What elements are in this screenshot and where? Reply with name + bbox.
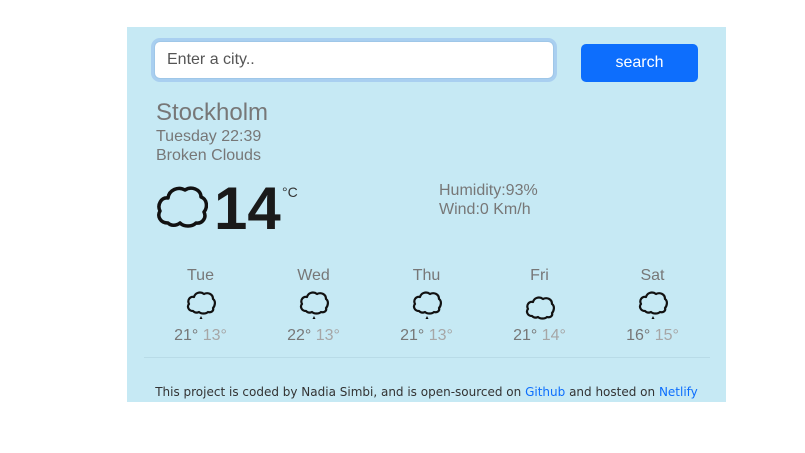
- forecast-temps: 21° 13°: [370, 327, 483, 345]
- forecast-day-name: Fri: [530, 267, 549, 284]
- weather-description: Broken Clouds: [156, 147, 261, 164]
- search-button[interactable]: search: [581, 44, 698, 82]
- forecast-day-name: Tue: [187, 267, 214, 284]
- forecast-row: Tue 21° 13° Wed 22° 13° Thu 21° 13° Fri …: [144, 267, 710, 358]
- forecast-day: Wed 22° 13°: [257, 267, 370, 345]
- forecast-temps: 22° 13°: [257, 327, 370, 345]
- cloud-icon: [157, 186, 208, 228]
- cloud-rain-icon: [638, 291, 668, 319]
- footer: This project is coded by Nadia Simbi, an…: [127, 385, 726, 399]
- forecast-max-temp: 16°: [626, 327, 651, 344]
- forecast-min-temp: 13°: [202, 327, 227, 344]
- forecast-max-temp: 22°: [287, 327, 312, 344]
- footer-text: This project is coded by Nadia Simbi, an…: [155, 385, 526, 399]
- forecast-day-name: Sat: [640, 267, 665, 284]
- forecast-day: Sat 16° 15°: [596, 267, 709, 345]
- forecast-min-temp: 13°: [428, 327, 453, 344]
- forecast-day-name: Thu: [412, 267, 441, 284]
- city-name: Stockholm: [156, 99, 269, 126]
- forecast-min-temp: 15°: [654, 327, 679, 344]
- forecast-day: Fri 21° 14°: [483, 267, 596, 345]
- city-search-input[interactable]: [154, 41, 554, 79]
- humidity-readout: Humidity:93%: [439, 182, 538, 199]
- forecast-max-temp: 21°: [400, 327, 425, 344]
- temperature-unit: °C: [282, 184, 298, 200]
- forecast-max-temp: 21°: [174, 327, 199, 344]
- weather-app: search Stockholm Tuesday 22:39 Broken Cl…: [127, 27, 726, 402]
- current-datetime: Tuesday 22:39: [156, 128, 262, 145]
- footer-text-middle: and hosted on: [565, 385, 659, 399]
- forecast-max-temp: 21°: [513, 327, 538, 344]
- cloud-rain-icon: [412, 291, 442, 319]
- forecast-min-temp: 14°: [541, 327, 566, 344]
- forecast-day-name: Wed: [297, 267, 330, 284]
- netlify-link[interactable]: Netlify: [659, 385, 698, 399]
- forecast-temps: 21° 14°: [483, 327, 596, 345]
- cloud-rain-icon: [299, 291, 329, 319]
- wind-readout: Wind:0 Km/h: [439, 201, 531, 218]
- forecast-day: Thu 21° 13°: [370, 267, 483, 345]
- cloud-icon: [525, 296, 555, 320]
- forecast-temps: 16° 15°: [596, 327, 709, 345]
- forecast-day: Tue 21° 13°: [144, 267, 257, 345]
- cloud-rain-icon: [186, 291, 216, 319]
- current-temperature: 14: [214, 175, 281, 242]
- github-link[interactable]: Github: [525, 385, 565, 399]
- forecast-temps: 21° 13°: [144, 327, 257, 345]
- forecast-min-temp: 13°: [315, 327, 340, 344]
